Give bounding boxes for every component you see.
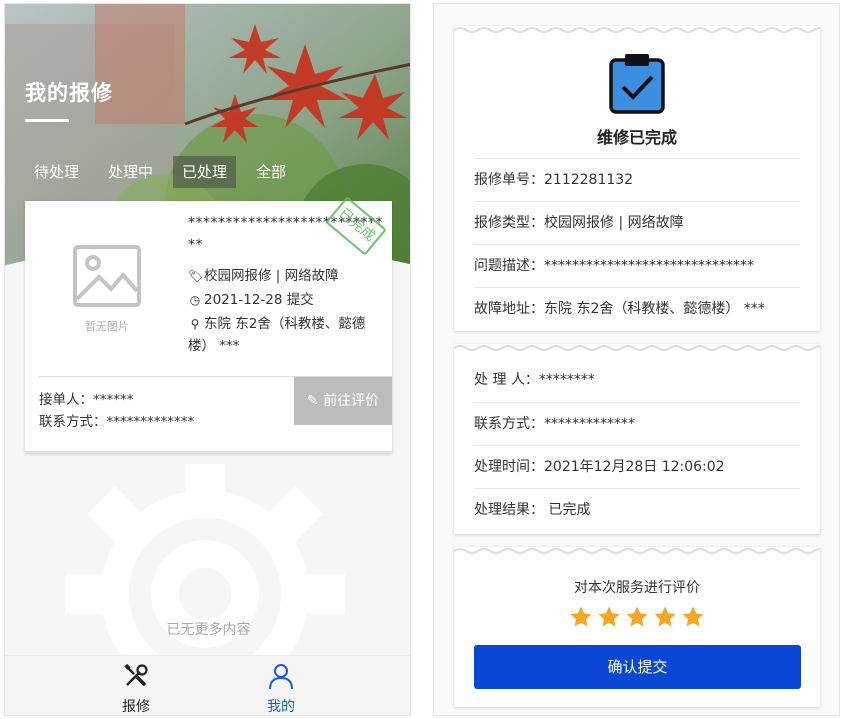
- tag-icon: 🏷: [188, 269, 204, 283]
- detail-value: 校园网报修 | 网络故障: [544, 215, 684, 231]
- process-label: 联系方式：: [474, 416, 544, 432]
- detail-address: 故障地址：东院 东2舍（科教楼、懿德楼） ***: [474, 287, 800, 330]
- edit-icon: ✎: [306, 393, 319, 409]
- order-category: 🏷校园网报修 | 网络故障: [188, 265, 339, 287]
- star-icon[interactable]: [569, 605, 593, 629]
- nav-repair[interactable]: 报修: [96, 662, 176, 715]
- order-date-text: 2021-12-28 提交: [204, 292, 314, 308]
- wrench-screwdriver-icon: [124, 663, 148, 687]
- bottom-nav: 报修 我的: [5, 655, 410, 715]
- star-icon[interactable]: [597, 605, 621, 629]
- order-address-text: 东院 东2舍（科教楼、懿德楼） ***: [188, 316, 366, 354]
- process-handler: 处 理 人：********: [474, 359, 800, 402]
- detail-description: 问题描述：******************************: [474, 244, 800, 287]
- detail-label: 报修类型：: [474, 215, 544, 231]
- confirm-submit-button[interactable]: 确认提交: [474, 645, 801, 689]
- go-rate-button[interactable]: ✎ 前往评价: [294, 377, 392, 425]
- title-underline: [25, 119, 69, 122]
- wave-edge: [454, 27, 820, 33]
- repair-detail-panel: 维修已完成 报修单号：2112281132 报修类型：校园网报修 | 网络故障 …: [454, 26, 820, 331]
- receiver-contact: 联系方式：*************: [39, 414, 195, 430]
- order-category-text: 校园网报修 | 网络故障: [204, 268, 339, 284]
- page-title: 我的报修: [25, 81, 113, 105]
- rating-title: 对本次服务进行评价: [574, 580, 700, 596]
- no-image-label: 暂无图片: [85, 320, 129, 333]
- tab-in-progress[interactable]: 处理中: [99, 156, 162, 188]
- location-pin-icon: ⚲: [190, 317, 200, 331]
- detail-value: 2112281132: [544, 172, 634, 188]
- receiver-name: 接单人：******: [39, 392, 134, 408]
- clock-icon: ◷: [189, 293, 201, 307]
- star-icon[interactable]: [653, 605, 677, 629]
- detail-repair-type: 报修类型：校园网报修 | 网络故障: [474, 201, 800, 244]
- process-contact: 联系方式：*************: [474, 402, 800, 445]
- detail-order-number: 报修单号：2112281132: [474, 158, 800, 201]
- nav-repair-label: 报修: [122, 699, 150, 715]
- status-tabs: 待处理 处理中 已处理 全部: [25, 156, 306, 188]
- order-date: ◷ 2021-12-28 提交: [188, 289, 314, 311]
- process-time: 处理时间：2021年12月28日 12:06:02: [474, 445, 800, 488]
- receiver-info: 接单人：****** 联系方式：*************: [39, 389, 194, 433]
- nav-mine-label: 我的: [267, 699, 295, 715]
- process-value: ********: [538, 372, 595, 388]
- detail-value: ******************************: [544, 258, 754, 274]
- order-address: ⚲ 东院 东2舍（科教楼、懿德楼） ***: [188, 313, 384, 357]
- star-icon[interactable]: [681, 605, 705, 629]
- user-icon: [269, 664, 293, 690]
- process-value: 2021年12月28日 12:06:02: [544, 459, 725, 475]
- status-title: 维修已完成: [596, 128, 677, 147]
- image-placeholder-icon: [73, 245, 141, 307]
- no-more-content: 已无更多内容: [166, 622, 251, 638]
- process-result: 处理结果： 已完成: [474, 488, 800, 531]
- nav-mine[interactable]: 我的: [241, 662, 321, 715]
- process-value: 已完成: [544, 502, 591, 518]
- tab-processed[interactable]: 已处理: [173, 156, 237, 188]
- star-rating: [454, 605, 820, 633]
- clipboard-check-icon: [609, 54, 665, 114]
- rating-panel: 对本次服务进行评价 确认提交: [454, 547, 820, 707]
- process-label: 处 理 人：: [474, 372, 539, 388]
- detail-label: 故障地址：: [474, 301, 544, 317]
- detail-value: 东院 东2舍（科教楼、懿德楼） ***: [544, 301, 765, 317]
- processing-panel: 处 理 人：******** 联系方式：************* 处理时间：2…: [454, 344, 820, 534]
- process-label: 处理结果：: [474, 502, 544, 518]
- wave-edge: [454, 345, 820, 351]
- process-label: 处理时间：: [474, 459, 544, 475]
- tab-pending[interactable]: 待处理: [25, 156, 88, 188]
- star-icon[interactable]: [625, 605, 649, 629]
- repair-order-card[interactable]: 暂无图片 **************************** 已完成 🏷校…: [25, 196, 392, 453]
- card-bottom-border: [25, 451, 392, 453]
- my-repairs-screen: 我的报修 待处理 处理中 已处理 全部 暂无图片 ***************…: [4, 3, 411, 716]
- tab-all[interactable]: 全部: [247, 156, 295, 188]
- repair-detail-screen: 维修已完成 报修单号：2112281132 报修类型：校园网报修 | 网络故障 …: [433, 3, 840, 716]
- go-rate-label: 前往评价: [323, 393, 380, 409]
- detail-label: 报修单号：: [474, 172, 544, 188]
- wave-edge: [454, 548, 820, 554]
- process-value: *************: [544, 416, 635, 432]
- detail-label: 问题描述：: [474, 258, 544, 274]
